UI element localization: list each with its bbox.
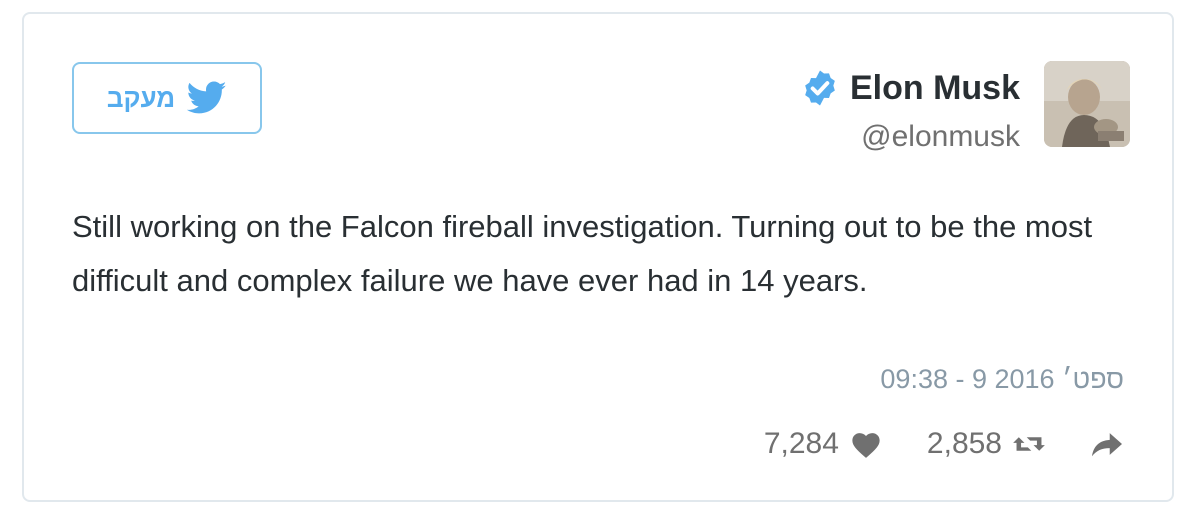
like-action[interactable]: 7,284: [764, 427, 883, 461]
like-count: 7,284: [763, 427, 839, 460]
retweet-icon: [1013, 437, 1045, 451]
tweet-timestamp[interactable]: 09:38 - 9 ספט׳ 2016: [880, 364, 1124, 395]
share-arrow-icon: [1092, 433, 1122, 457]
name-row[interactable]: Elon Musk: [800, 68, 1020, 108]
display-name: Elon Musk: [849, 68, 1020, 107]
verified-badge-icon: [805, 70, 835, 106]
heart-icon: [852, 433, 880, 458]
retweet-count: 2,858: [926, 427, 1002, 460]
follow-button[interactable]: מעקב: [72, 62, 262, 134]
avatar-photo: [1044, 61, 1130, 147]
share-action[interactable]: [1090, 429, 1124, 459]
twitter-bird-icon: [187, 81, 227, 114]
user-handle[interactable]: @elonmusk: [861, 120, 1020, 154]
tweet-card: מעקב Elon Musk @elonmusk Still working o…: [22, 12, 1174, 502]
retweet-action[interactable]: 2,858: [927, 427, 1046, 461]
tweet-actions: 7,284 2,858: [764, 427, 1124, 461]
tweet-text: Still working on the Falcon fireball inv…: [72, 209, 1093, 298]
follow-label: מעקב: [106, 82, 176, 113]
avatar[interactable]: [1044, 61, 1130, 147]
